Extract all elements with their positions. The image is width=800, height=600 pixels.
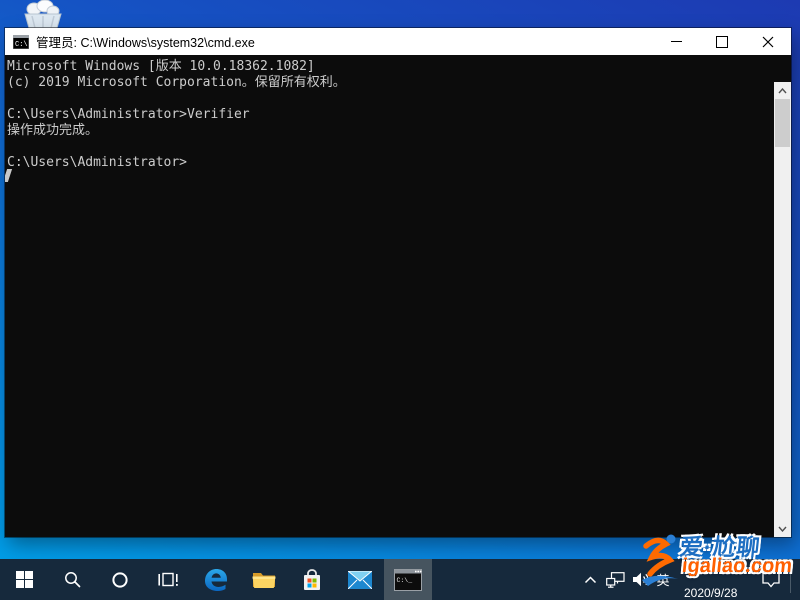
close-icon — [762, 36, 774, 48]
console-line: 操作成功完成。 — [7, 123, 771, 139]
console-viewport[interactable]: Microsoft Windows [版本 10.0.18362.1082] (… — [5, 55, 791, 537]
console-window-icon: C:\_ — [394, 569, 422, 591]
recycle-bin-icon[interactable] — [20, 0, 66, 28]
text-cursor — [5, 169, 12, 182]
mail-icon — [348, 571, 372, 589]
console-output: Microsoft Windows [版本 10.0.18362.1082] (… — [7, 59, 771, 171]
store-bag-icon — [301, 569, 323, 591]
vertical-scrollbar[interactable] — [774, 82, 791, 537]
svg-text:C:\_: C:\_ — [397, 577, 413, 584]
scrollbar-thumb[interactable] — [775, 99, 790, 147]
file-explorer-button[interactable] — [240, 559, 288, 600]
taskbar-search-button[interactable] — [48, 559, 96, 600]
ime-language-label: 英 — [656, 570, 669, 589]
maximize-button[interactable] — [699, 28, 745, 55]
search-icon — [64, 571, 81, 588]
scroll-up-button[interactable] — [774, 82, 791, 99]
console-line: (c) 2019 Microsoft Corporation。保留所有权利。 — [7, 75, 771, 91]
console-line: C:\Users\Administrator>Verifier — [7, 107, 771, 123]
cmd-window: C:\ 管理员: C:\Windows\system32\cmd.exe — [5, 28, 791, 537]
tray-clock[interactable]: 2020/9/28 — [684, 559, 760, 600]
cortana-circle-icon — [111, 571, 129, 589]
desktop: C:\ 管理员: C:\Windows\system32\cmd.exe — [0, 0, 800, 600]
store-button[interactable] — [288, 559, 336, 600]
close-button[interactable] — [745, 28, 791, 55]
action-center-button[interactable] — [756, 559, 786, 600]
console-prompt-line: C:\Users\Administrator> — [7, 155, 771, 171]
cmd-app-icon: C:\ — [13, 35, 29, 49]
taskbar: C:\_ 英 — [0, 559, 800, 600]
clock-date: 2020/9/28 — [684, 586, 760, 600]
chevron-down-icon — [778, 526, 787, 532]
chevron-up-icon — [584, 576, 597, 584]
minimize-icon — [671, 41, 682, 42]
console-line: Microsoft Windows [版本 10.0.18362.1082] — [7, 59, 771, 75]
chevron-up-icon — [778, 88, 787, 94]
cortana-button[interactable] — [96, 559, 144, 600]
mail-button[interactable] — [336, 559, 384, 600]
window-title: 管理员: C:\Windows\system32\cmd.exe — [36, 32, 255, 51]
tray-ime-button[interactable]: 英 — [650, 559, 676, 600]
task-view-icon — [158, 571, 178, 588]
minimize-button[interactable] — [653, 28, 699, 55]
maximize-icon — [716, 36, 728, 48]
window-titlebar[interactable]: C:\ 管理员: C:\Windows\system32\cmd.exe — [5, 28, 791, 55]
tray-network-button[interactable] — [602, 559, 628, 600]
start-button[interactable] — [0, 559, 48, 600]
tray-hidden-icons-button[interactable] — [578, 559, 602, 600]
scroll-down-button[interactable] — [774, 520, 791, 537]
folder-icon — [252, 570, 276, 589]
edge-button[interactable] — [192, 559, 240, 600]
task-view-button[interactable] — [144, 559, 192, 600]
windows-logo-icon — [16, 571, 33, 588]
volume-icon — [632, 572, 650, 587]
network-icon — [606, 572, 625, 588]
console-line — [7, 91, 771, 107]
window-controls — [653, 28, 791, 55]
cmd-taskbar-button[interactable]: C:\_ — [384, 559, 432, 600]
action-center-icon — [761, 570, 781, 589]
edge-icon — [203, 567, 229, 593]
svg-text:C:\: C:\ — [15, 41, 28, 49]
show-desktop-separator — [790, 566, 791, 593]
console-line — [7, 139, 771, 155]
